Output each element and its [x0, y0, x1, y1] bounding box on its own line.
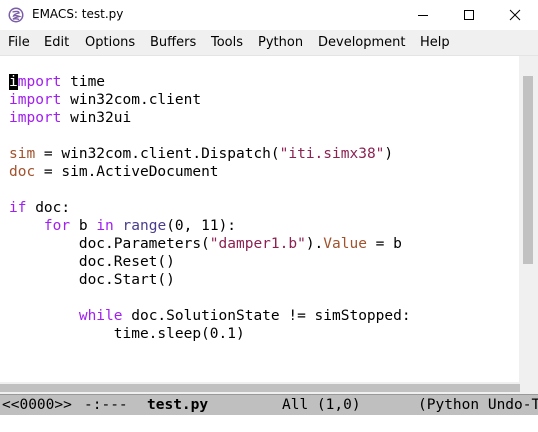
code-token: doc: [9, 164, 36, 180]
menu-tools[interactable]: Tools: [211, 35, 243, 50]
menu-development[interactable]: Development: [318, 35, 406, 50]
minimize-icon: [418, 15, 428, 16]
code-token: time: [61, 74, 106, 90]
code-line: while doc.SolutionState != simStopped:: [9, 307, 411, 325]
code-token: "iti.simx38": [279, 146, 385, 162]
code-line: doc = sim.ActiveDocument: [9, 163, 219, 181]
code-token: mport: [17, 74, 62, 90]
modeline-status: -:---: [84, 397, 128, 413]
menu-edit[interactable]: Edit: [44, 35, 69, 50]
code-token: doc.Parameters(: [9, 236, 210, 252]
minimize-button[interactable]: [400, 0, 446, 30]
maximize-button[interactable]: [446, 0, 492, 30]
code-token: ): [384, 146, 394, 162]
menu-help[interactable]: Help: [420, 35, 450, 50]
code-token: = sim.ActiveDocument: [35, 164, 219, 180]
code-token: if: [9, 200, 27, 216]
vertical-scroll-thumb[interactable]: [523, 76, 533, 264]
modeline-filename: test.py: [147, 397, 209, 413]
menu-python[interactable]: Python: [258, 35, 303, 50]
code-token: b: [70, 218, 97, 234]
code-token: (0, 11):: [166, 218, 237, 234]
code-token: time.sleep(0.1): [9, 326, 245, 342]
menu-bar: File Edit Options Buffers Tools Python D…: [0, 30, 538, 56]
menu-buffers[interactable]: Buffers: [150, 35, 196, 50]
code-line: import win32ui: [9, 109, 131, 127]
window-title: EMACS: test.py: [32, 7, 124, 21]
horizontal-scrollbar[interactable]: [0, 382, 538, 394]
code-line: if doc:: [9, 199, 70, 217]
code-token: = b: [366, 236, 402, 252]
code-token: import: [9, 110, 62, 126]
code-token: sim: [9, 146, 36, 162]
vertical-scrollbar[interactable]: [519, 56, 538, 382]
code-token: "damper1.b": [209, 236, 306, 252]
code-line: import time: [9, 73, 105, 91]
code-token: while: [78, 308, 123, 324]
code-token: Value: [323, 236, 367, 252]
code-token: doc.Reset(): [9, 254, 175, 270]
code-token: doc:: [26, 200, 71, 216]
code-line: for b in range(0, 11):: [9, 217, 236, 235]
code-token: ).: [305, 236, 324, 252]
code-token: = win32com.client.Dispatch(: [35, 146, 280, 162]
close-button[interactable]: [492, 0, 538, 30]
minibuffer[interactable]: [0, 415, 538, 432]
emacs-app-icon: [8, 7, 24, 23]
code-line: sim = win32com.client.Dispatch("iti.simx…: [9, 145, 393, 163]
modeline-position: All (1,0): [282, 397, 361, 413]
menu-file[interactable]: File: [8, 35, 30, 50]
code-editor[interactable]: import time import win32com.client import …: [0, 56, 520, 382]
code-token: range: [122, 218, 167, 234]
horizontal-scroll-thumb[interactable]: [0, 384, 520, 392]
mode-line: <<0000>> -:--- test.py All (1,0) (Python…: [0, 394, 538, 415]
code-token: doc.Start(): [9, 272, 175, 288]
close-icon: [509, 9, 521, 21]
code-token: in: [96, 218, 114, 234]
code-line: doc.Start(): [9, 271, 175, 289]
code-line: time.sleep(0.1): [9, 325, 245, 343]
code-line: import win32com.client: [9, 91, 201, 109]
modeline-buffer-id: <<0000>>: [2, 397, 72, 413]
text-cursor: i: [9, 74, 18, 90]
code-line: doc.Parameters("damper1.b").Value = b: [9, 235, 402, 253]
code-token: for: [43, 218, 71, 234]
code-token: doc.SolutionState != simStopped:: [122, 308, 411, 324]
title-bar: EMACS: test.py: [0, 0, 538, 30]
code-line: doc.Reset(): [9, 253, 175, 271]
code-token: import: [9, 92, 62, 108]
code-token: win32ui: [61, 110, 132, 126]
menu-options[interactable]: Options: [85, 35, 135, 50]
code-token: win32com.client: [61, 92, 202, 108]
maximize-icon: [464, 10, 474, 20]
modeline-mode: (Python Undo-T: [418, 397, 538, 413]
